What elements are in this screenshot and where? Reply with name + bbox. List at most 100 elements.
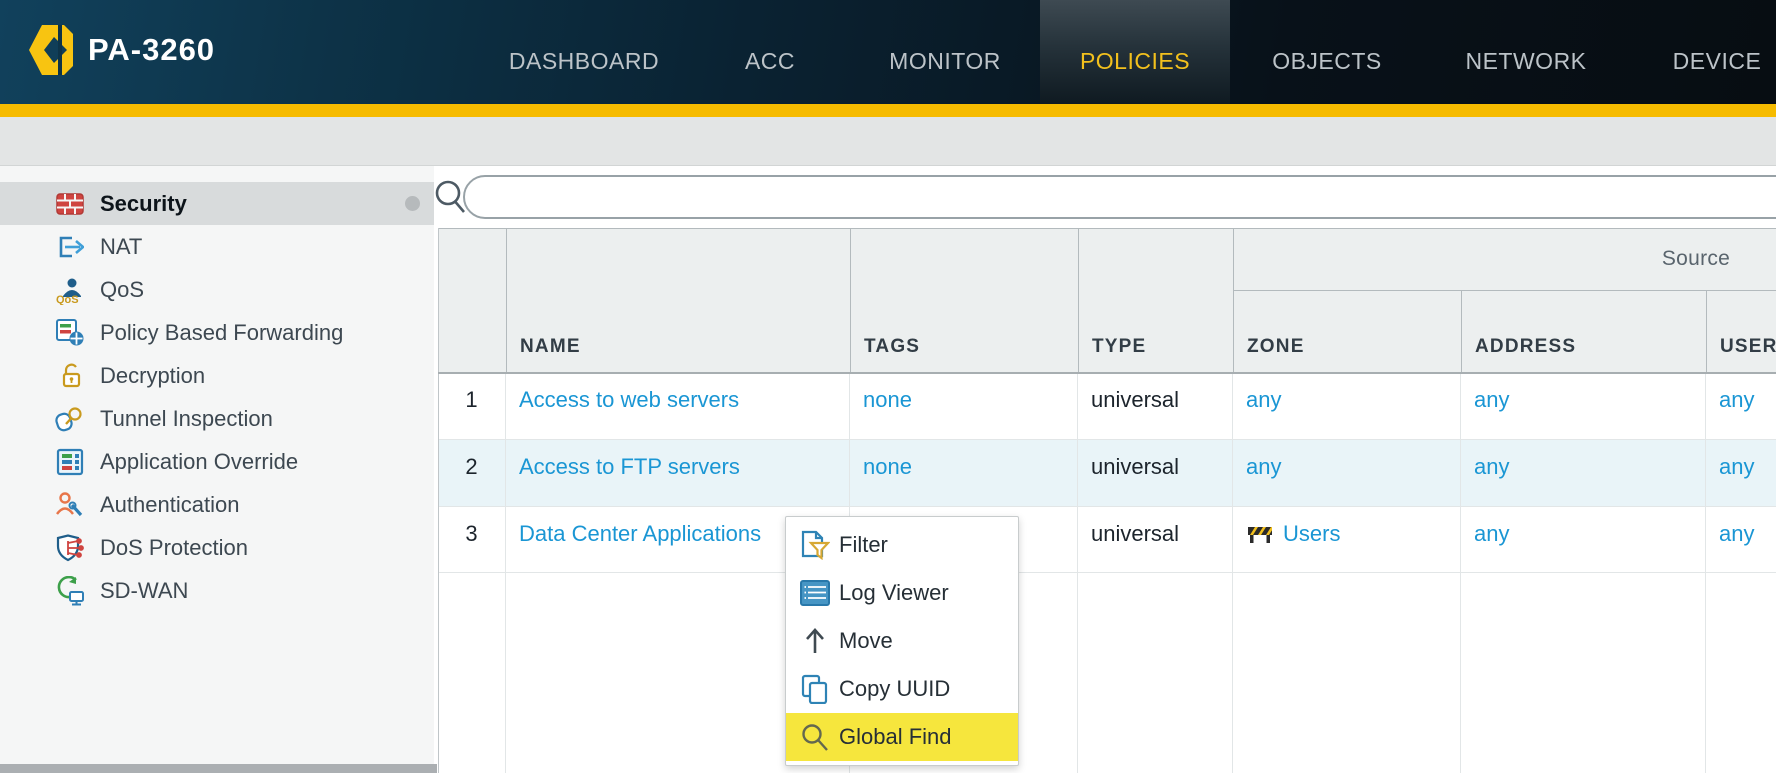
nav-tab-dashboard[interactable]: DASHBOARD (484, 0, 684, 104)
search-input[interactable] (465, 177, 1776, 217)
security-icon (55, 189, 85, 219)
rule-name-link[interactable]: Access to web servers (519, 387, 739, 413)
rule-user-link[interactable]: any (1719, 454, 1754, 480)
column-header-tags[interactable]: TAGS (850, 228, 1078, 372)
table-row: 3 Data Center Applications universal (438, 507, 1776, 573)
nav-tab-network[interactable]: NETWORK (1436, 0, 1616, 104)
sidebar-item-label: Authentication (100, 492, 239, 518)
top-nav-bar: PA-3260 DASHBOARD ACC MONITOR POLICIES O… (0, 0, 1776, 104)
context-menu-item-label: Global Find (839, 724, 952, 750)
policy-based-forwarding-icon (55, 318, 85, 348)
column-header-rownum (438, 228, 506, 372)
rule-address-link[interactable]: any (1474, 454, 1509, 480)
palo-alto-logo-icon (27, 24, 74, 76)
policy-type-sidebar: Security NAT QoS QoS (0, 166, 434, 773)
copy-icon (800, 674, 830, 704)
tunnel-inspection-icon (55, 404, 85, 434)
column-group-source: Source (1233, 228, 1776, 290)
context-menu-item-label: Move (839, 628, 893, 654)
column-header-zone[interactable]: ZONE (1233, 290, 1461, 372)
authentication-icon (55, 490, 85, 520)
rule-zone-link[interactable]: Users (1283, 521, 1340, 547)
nav-tab-acc[interactable]: ACC (720, 0, 820, 104)
accent-stripe (0, 104, 1776, 117)
column-header-type[interactable]: TYPE (1078, 228, 1233, 372)
move-up-icon (800, 626, 830, 656)
barrier-icon (1246, 523, 1274, 545)
log-viewer-icon (800, 578, 830, 608)
sidebar-item-label: SD-WAN (100, 578, 188, 604)
search-icon (800, 722, 830, 752)
rule-type: universal (1078, 507, 1233, 573)
sidebar-item-sd-wan[interactable]: SD-WAN (0, 569, 434, 612)
rule-user-link[interactable]: any (1719, 387, 1754, 413)
rule-type: universal (1078, 440, 1233, 507)
sidebar-item-label: Tunnel Inspection (100, 406, 273, 432)
table-row: 2 Access to FTP servers none universal a… (438, 440, 1776, 507)
rule-address-link[interactable]: any (1474, 387, 1509, 413)
context-menu-item-label: Filter (839, 532, 888, 558)
rule-number[interactable]: 2 (438, 440, 506, 507)
rule-zone-link[interactable]: any (1246, 387, 1281, 413)
filter-icon (800, 530, 830, 560)
rule-context-menu: Filter Log Viewer (785, 516, 1019, 766)
column-header-name[interactable]: NAME (506, 228, 850, 372)
context-menu-item-global-find[interactable]: Global Find (786, 713, 1018, 761)
selected-indicator-dot (405, 196, 420, 211)
table-row: 1 Access to web servers none universal a… (438, 373, 1776, 440)
sidebar-item-label: Security (100, 191, 187, 217)
qos-icon: QoS (55, 275, 85, 305)
sidebar-item-dos-protection[interactable]: DoS Protection (0, 526, 434, 569)
sub-toolbar (0, 117, 1776, 166)
rule-user-link[interactable]: any (1719, 521, 1754, 547)
sidebar-item-qos[interactable]: QoS QoS (0, 268, 434, 311)
table-top-border (438, 228, 1776, 229)
nav-tab-device[interactable]: DEVICE (1647, 0, 1776, 104)
sidebar-item-label: QoS (100, 277, 144, 303)
dos-protection-icon (55, 533, 85, 563)
rule-tags-link[interactable]: none (863, 387, 912, 413)
svg-text:QoS: QoS (56, 294, 79, 305)
rulebase-search-field[interactable] (463, 175, 1776, 219)
sidebar-item-authentication[interactable]: Authentication (0, 483, 434, 526)
context-menu-item-move[interactable]: Move (786, 617, 1018, 665)
device-model-title: PA-3260 (88, 32, 215, 68)
rule-address-link[interactable]: any (1474, 521, 1509, 547)
sidebar-item-label: Application Override (100, 449, 298, 475)
rule-number[interactable]: 3 (438, 507, 506, 573)
rule-type: universal (1078, 373, 1233, 440)
rule-number[interactable]: 1 (438, 373, 506, 440)
context-menu-item-copy-uuid[interactable]: Copy UUID (786, 665, 1018, 713)
sidebar-item-label: Decryption (100, 363, 205, 389)
sidebar-item-label: DoS Protection (100, 535, 248, 561)
table-header-bottom-border (438, 372, 1776, 374)
context-menu-item-filter[interactable]: Filter (786, 521, 1018, 569)
context-menu-item-label: Copy UUID (839, 676, 950, 702)
sidebar-item-label: Policy Based Forwarding (100, 320, 343, 346)
rule-zone-link[interactable]: any (1246, 454, 1281, 480)
nav-tab-objects[interactable]: OBJECTS (1252, 0, 1402, 104)
sidebar-item-decryption[interactable]: Decryption (0, 354, 434, 397)
column-header-user[interactable]: USER (1706, 290, 1776, 372)
sidebar-item-policy-based-forwarding[interactable]: Policy Based Forwarding (0, 311, 434, 354)
table-left-border (438, 228, 439, 773)
sidebar-item-nat[interactable]: NAT (0, 225, 434, 268)
nav-tab-policies[interactable]: POLICIES (1040, 0, 1230, 104)
sidebar-item-application-override[interactable]: Application Override (0, 440, 434, 483)
rule-tags-link[interactable]: none (863, 454, 912, 480)
column-header-address[interactable]: ADDRESS (1461, 290, 1706, 372)
sidebar-item-tunnel-inspection[interactable]: Tunnel Inspection (0, 397, 434, 440)
sd-wan-icon (55, 576, 85, 606)
table-empty-area (438, 573, 1776, 773)
nav-tab-monitor[interactable]: MONITOR (855, 0, 1035, 104)
pan-os-window: PA-3260 DASHBOARD ACC MONITOR POLICIES O… (0, 0, 1776, 773)
rule-name-link[interactable]: Access to FTP servers (519, 454, 740, 480)
sidebar-item-label: NAT (100, 234, 142, 260)
rule-name-link[interactable]: Data Center Applications (519, 521, 761, 547)
sidebar-item-security[interactable]: Security (0, 182, 434, 225)
context-menu-item-log-viewer[interactable]: Log Viewer (786, 569, 1018, 617)
application-override-icon (55, 447, 85, 477)
sidebar-scrollbar[interactable] (0, 764, 437, 773)
decryption-icon (55, 361, 85, 391)
brand[interactable]: PA-3260 (27, 24, 215, 76)
